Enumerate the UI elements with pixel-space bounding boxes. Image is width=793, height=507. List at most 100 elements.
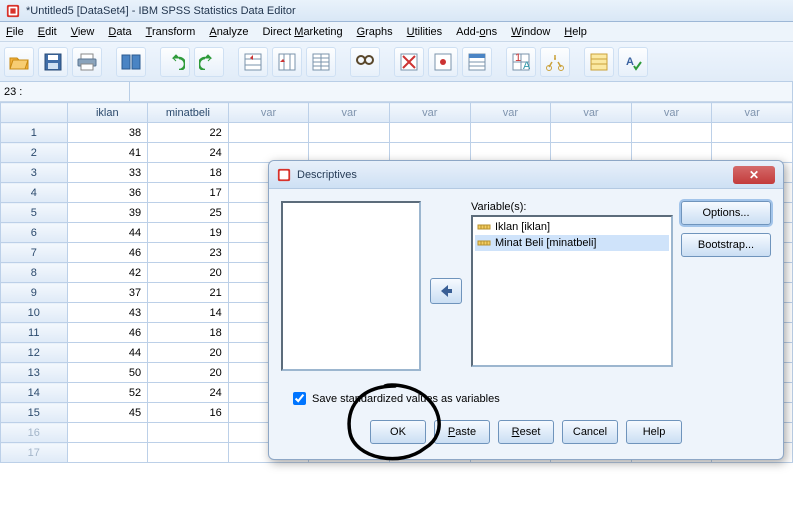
data-cell[interactable]: 16 xyxy=(148,403,229,423)
data-cell[interactable]: 39 xyxy=(67,203,148,223)
row-header[interactable]: 12 xyxy=(1,343,68,363)
data-cell[interactable] xyxy=(389,123,470,143)
data-cell[interactable] xyxy=(228,123,309,143)
value-labels-icon[interactable]: 1A xyxy=(506,47,536,77)
col-header-empty[interactable]: var xyxy=(470,103,551,123)
menu-help[interactable]: Help xyxy=(564,26,587,38)
select-cases-icon[interactable] xyxy=(462,47,492,77)
data-cell[interactable]: 23 xyxy=(148,243,229,263)
data-cell[interactable]: 19 xyxy=(148,223,229,243)
save-icon[interactable] xyxy=(38,47,68,77)
row-header[interactable]: 6 xyxy=(1,223,68,243)
data-cell[interactable] xyxy=(148,423,229,443)
variables-icon[interactable] xyxy=(306,47,336,77)
data-cell[interactable] xyxy=(551,123,632,143)
cell-value[interactable] xyxy=(130,82,793,101)
data-cell[interactable] xyxy=(67,443,148,463)
move-variable-button[interactable] xyxy=(430,278,462,304)
data-cell[interactable]: 42 xyxy=(67,263,148,283)
col-header-iklan[interactable]: iklan xyxy=(67,103,148,123)
data-cell[interactable] xyxy=(712,123,793,143)
find-icon[interactable] xyxy=(350,47,380,77)
goto-case-icon[interactable] xyxy=(238,47,268,77)
menu-graphs[interactable]: Graphs xyxy=(357,26,393,38)
split-file-icon[interactable] xyxy=(394,47,424,77)
data-cell[interactable] xyxy=(309,123,390,143)
data-cell[interactable]: 25 xyxy=(148,203,229,223)
data-cell[interactable] xyxy=(148,443,229,463)
data-cell[interactable]: 21 xyxy=(148,283,229,303)
data-cell[interactable]: 24 xyxy=(148,143,229,163)
menu-marketing[interactable]: Direct Marketing xyxy=(262,26,342,38)
row-header[interactable]: 10 xyxy=(1,303,68,323)
variable-item[interactable]: Iklan [iklan] xyxy=(475,219,669,235)
col-header-minatbeli[interactable]: minatbeli xyxy=(148,103,229,123)
reset-button[interactable]: Reset xyxy=(498,420,554,444)
menu-transform[interactable]: Transform xyxy=(146,26,196,38)
data-cell[interactable]: 36 xyxy=(67,183,148,203)
menu-view[interactable]: View xyxy=(71,26,95,38)
recall-dialog-icon[interactable] xyxy=(116,47,146,77)
data-cell[interactable]: 24 xyxy=(148,383,229,403)
use-sets-icon[interactable] xyxy=(540,47,570,77)
row-header[interactable]: 1 xyxy=(1,123,68,143)
row-header[interactable]: 2 xyxy=(1,143,68,163)
bootstrap-button[interactable]: Bootstrap... xyxy=(681,233,771,257)
row-header[interactable]: 3 xyxy=(1,163,68,183)
data-cell[interactable]: 45 xyxy=(67,403,148,423)
row-header[interactable]: 14 xyxy=(1,383,68,403)
data-cell[interactable]: 22 xyxy=(148,123,229,143)
col-header-empty[interactable]: var xyxy=(309,103,390,123)
data-cell[interactable]: 44 xyxy=(67,223,148,243)
data-cell[interactable]: 44 xyxy=(67,343,148,363)
row-header[interactable]: 9 xyxy=(1,283,68,303)
data-cell[interactable]: 33 xyxy=(67,163,148,183)
data-cell[interactable]: 38 xyxy=(67,123,148,143)
weight-icon[interactable] xyxy=(428,47,458,77)
save-z-checkbox[interactable] xyxy=(293,392,306,405)
goto-var-icon[interactable] xyxy=(272,47,302,77)
data-cell[interactable] xyxy=(470,123,551,143)
col-header-empty[interactable]: var xyxy=(631,103,712,123)
data-cell[interactable]: 20 xyxy=(148,263,229,283)
menu-data[interactable]: Data xyxy=(108,26,131,38)
data-cell[interactable]: 43 xyxy=(67,303,148,323)
row-header[interactable]: 16 xyxy=(1,423,68,443)
row-header[interactable]: 11 xyxy=(1,323,68,343)
open-icon[interactable] xyxy=(4,47,34,77)
data-cell[interactable]: 18 xyxy=(148,323,229,343)
print-icon[interactable] xyxy=(72,47,102,77)
data-cell[interactable]: 41 xyxy=(67,143,148,163)
col-header-empty[interactable]: var xyxy=(551,103,632,123)
data-cell[interactable] xyxy=(67,423,148,443)
row-header[interactable]: 8 xyxy=(1,263,68,283)
cell-address[interactable]: 23 : xyxy=(0,82,130,101)
dialog-titlebar[interactable]: Descriptives ✕ xyxy=(269,161,783,189)
row-header[interactable]: 13 xyxy=(1,363,68,383)
row-header[interactable]: 7 xyxy=(1,243,68,263)
spellcheck-icon[interactable]: A xyxy=(618,47,648,77)
source-variable-list[interactable] xyxy=(281,201,421,371)
menu-window[interactable]: Window xyxy=(511,26,550,38)
row-header[interactable]: 5 xyxy=(1,203,68,223)
col-header-empty[interactable]: var xyxy=(228,103,309,123)
data-cell[interactable]: 18 xyxy=(148,163,229,183)
variable-item[interactable]: Minat Beli [minatbeli] xyxy=(475,235,669,251)
cancel-button[interactable]: Cancel xyxy=(562,420,618,444)
row-header[interactable]: 17 xyxy=(1,443,68,463)
redo-icon[interactable] xyxy=(194,47,224,77)
row-header[interactable]: 15 xyxy=(1,403,68,423)
menu-addons[interactable]: Add-ons xyxy=(456,26,497,38)
data-cell[interactable]: 14 xyxy=(148,303,229,323)
dialog-close-button[interactable]: ✕ xyxy=(733,166,775,184)
col-header-empty[interactable]: var xyxy=(712,103,793,123)
help-button[interactable]: Help xyxy=(626,420,682,444)
paste-button[interactable]: Paste xyxy=(434,420,490,444)
menu-analyze[interactable]: Analyze xyxy=(209,26,248,38)
options-button[interactable]: Options... xyxy=(681,201,771,225)
data-cell[interactable]: 46 xyxy=(67,323,148,343)
data-cell[interactable]: 50 xyxy=(67,363,148,383)
table-row[interactable]: 13822 xyxy=(1,123,793,143)
data-cell[interactable]: 17 xyxy=(148,183,229,203)
ok-button[interactable]: OK xyxy=(370,420,426,444)
